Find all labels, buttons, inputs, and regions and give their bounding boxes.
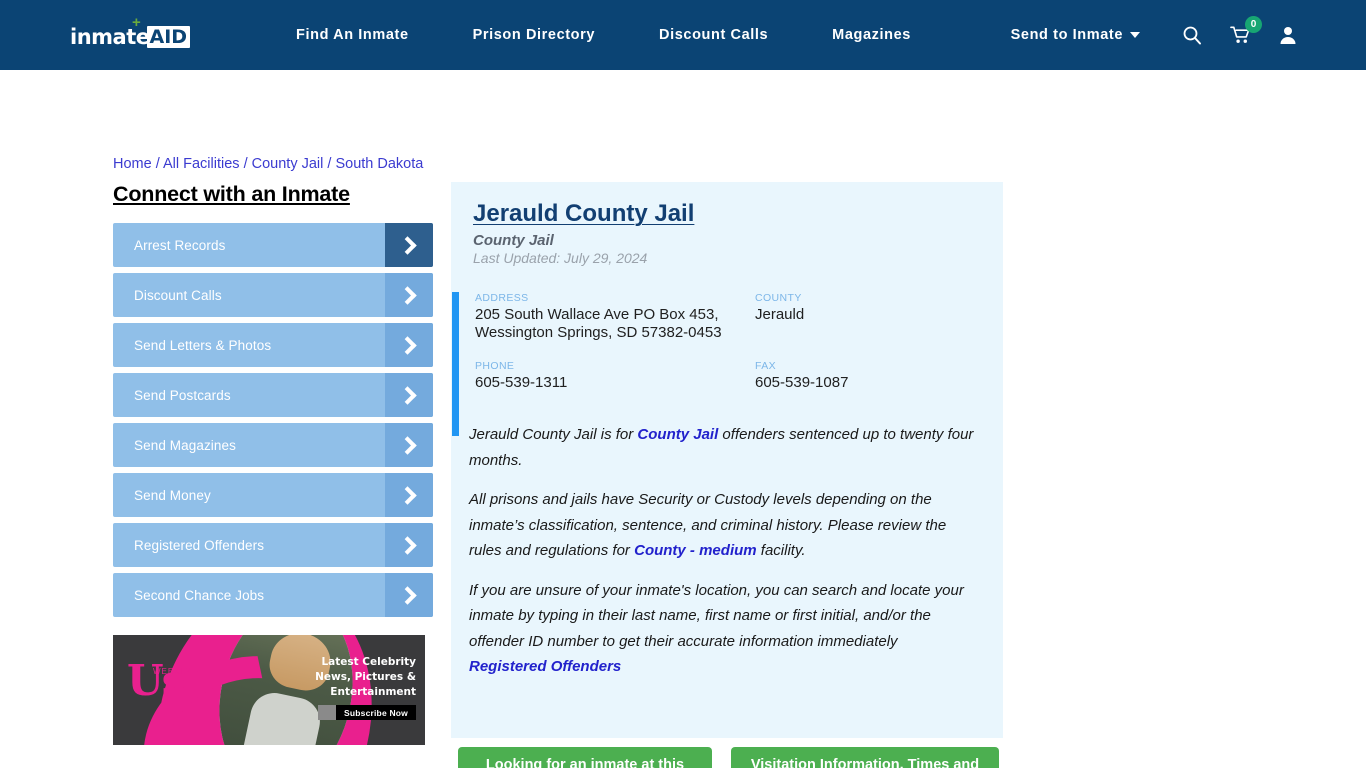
p2-link-county-medium[interactable]: County - medium [634,542,757,559]
looking-for-inmate-button[interactable]: Looking for an inmate at this facility? [458,747,712,768]
nav-item-prison-directory[interactable]: Prison Directory [441,27,627,43]
breadcrumb-separator: / [243,156,248,172]
sidebar-item-label: Discount Calls [134,287,222,303]
address-value: 205 South Wallace Ave PO Box 453, Wessin… [475,306,722,341]
breadcrumb-separator: / [327,156,332,172]
facility-card: Jerauld County Jail County Jail Last Upd… [451,182,1003,738]
facility-last-updated: Last Updated: July 29, 2024 [473,250,648,266]
breadcrumb-item-home[interactable]: Home [113,156,152,172]
p1-text-a: Jerauld County Jail is for [469,426,638,443]
top-navigation-bar: inmate AID + Find An Inmate Prison Direc… [0,0,1366,70]
county-value: Jerauld [755,306,805,323]
fax-cell: FAX 605-539-1087 [755,342,1003,392]
facility-type: County Jail [473,232,554,249]
phone-cell: PHONE 605-539-1311 [475,342,755,392]
p3-text-a: If you are unsure of your inmate's locat… [469,581,964,650]
breadcrumb-item-county-jail[interactable]: County Jail [252,156,324,172]
description-paragraph-3: If you are unsure of your inmate's locat… [469,578,977,680]
address-label: ADDRESS [475,292,529,304]
ad-headline: Latest Celebrity News, Pictures & Entert… [315,656,416,698]
logo-aid-box: AID [147,26,191,48]
sidebar-item-second-chance-jobs[interactable]: Second Chance Jobs [113,573,433,617]
p3-link-registered-offenders[interactable]: Registered Offenders [469,658,621,675]
ad-brand-subtext: WEEKLY [153,667,192,676]
breadcrumb-item-all-facilities[interactable]: All Facilities [163,156,240,172]
facility-info-block: ADDRESS 205 South Wallace Ave PO Box 453… [451,292,1003,436]
p2-text-b: facility. [756,542,806,559]
sidebar-item-registered-offenders[interactable]: Registered Offenders [113,523,433,567]
search-icon [1183,26,1201,45]
sidebar-item-discount-calls[interactable]: Discount Calls [113,273,433,317]
county-label: COUNTY [755,292,802,304]
green-cross-icon: + [132,14,141,31]
nav-dropdown-label: Send to Inmate [1010,27,1123,43]
sidebar-item-label: Arrest Records [134,237,226,253]
facility-info-grid: ADDRESS 205 South Wallace Ave PO Box 453… [475,292,1003,392]
ad-subscribe-button[interactable]: Subscribe Now [318,705,416,720]
sidebar: Connect with an Inmate Arrest Records Di… [113,182,433,623]
breadcrumb: Home / All Facilities / County Jail / So… [113,156,423,172]
chevron-right-icon [385,373,433,417]
facility-header: Jerauld County Jail County Jail Last Upd… [451,182,1003,266]
sidebar-title: Connect with an Inmate [113,182,350,206]
page-title[interactable]: Jerauld County Jail [473,200,694,228]
visitation-information-button[interactable]: Visitation Information, Times and Rules [731,747,999,768]
county-cell: COUNTY Jerauld [755,292,1003,342]
sidebar-item-label: Send Postcards [134,387,231,403]
sidebar-item-send-postcards[interactable]: Send Postcards [113,373,433,417]
primary-nav-links: Find An Inmate Prison Directory Discount… [264,27,943,43]
site-logo[interactable]: inmate AID + [70,15,191,48]
phone-value: 605-539-1311 [475,374,568,391]
chevron-right-icon [385,523,433,567]
sidebar-item-send-magazines[interactable]: Send Magazines [113,423,433,467]
sidebar-item-label: Send Letters & Photos [134,337,272,353]
user-account-icon [1280,27,1296,44]
breadcrumb-item-south-dakota[interactable]: South Dakota [335,156,423,172]
cta-button-row: Looking for an inmate at this facility? … [458,747,999,768]
advertisement-banner[interactable]: Us WEEKLY Latest Celebrity News, Picture… [113,635,425,745]
chevron-right-icon [385,323,433,367]
sidebar-item-label: Second Chance Jobs [134,587,265,603]
description-paragraph-2: All prisons and jails have Security or C… [469,487,977,564]
chevron-right-icon [385,573,433,617]
sidebar-item-send-money[interactable]: Send Money [113,473,433,517]
phone-label: PHONE [475,360,515,372]
chevron-right-icon [385,223,433,267]
chevron-right-icon [385,423,433,467]
description-paragraph-1: Jerauld County Jail is for County Jail o… [469,422,977,473]
address-cell: ADDRESS 205 South Wallace Ave PO Box 453… [475,292,755,342]
nav-item-discount-calls[interactable]: Discount Calls [627,27,800,43]
search-button[interactable] [1174,17,1210,53]
p1-link-county-jail[interactable]: County Jail [637,426,718,443]
sidebar-item-send-letters-photos[interactable]: Send Letters & Photos [113,323,433,367]
sidebar-item-arrest-records[interactable]: Arrest Records [113,223,433,267]
sidebar-item-label: Send Money [134,487,211,503]
nav-dropdown-send-to-inmate[interactable]: Send to Inmate [1011,27,1140,43]
cart-count-badge: 0 [1245,16,1262,33]
breadcrumb-separator: / [155,156,160,172]
nav-right-group: Send to Inmate 0 [1011,0,1366,70]
chevron-down-icon [1130,32,1140,38]
fax-label: FAX [755,360,777,372]
facility-description: Jerauld County Jail is for County Jail o… [451,422,1003,680]
fax-value: 605-539-1087 [755,374,849,391]
nav-item-magazines[interactable]: Magazines [800,27,943,43]
chevron-right-icon [385,473,433,517]
nav-item-find-an-inmate[interactable]: Find An Inmate [264,27,441,43]
chevron-right-icon [385,273,433,317]
account-button[interactable] [1270,17,1306,53]
cart-button[interactable]: 0 [1222,16,1262,53]
sidebar-item-label: Send Magazines [134,437,236,453]
sidebar-item-label: Registered Offenders [134,537,265,553]
accent-bar [452,292,459,436]
